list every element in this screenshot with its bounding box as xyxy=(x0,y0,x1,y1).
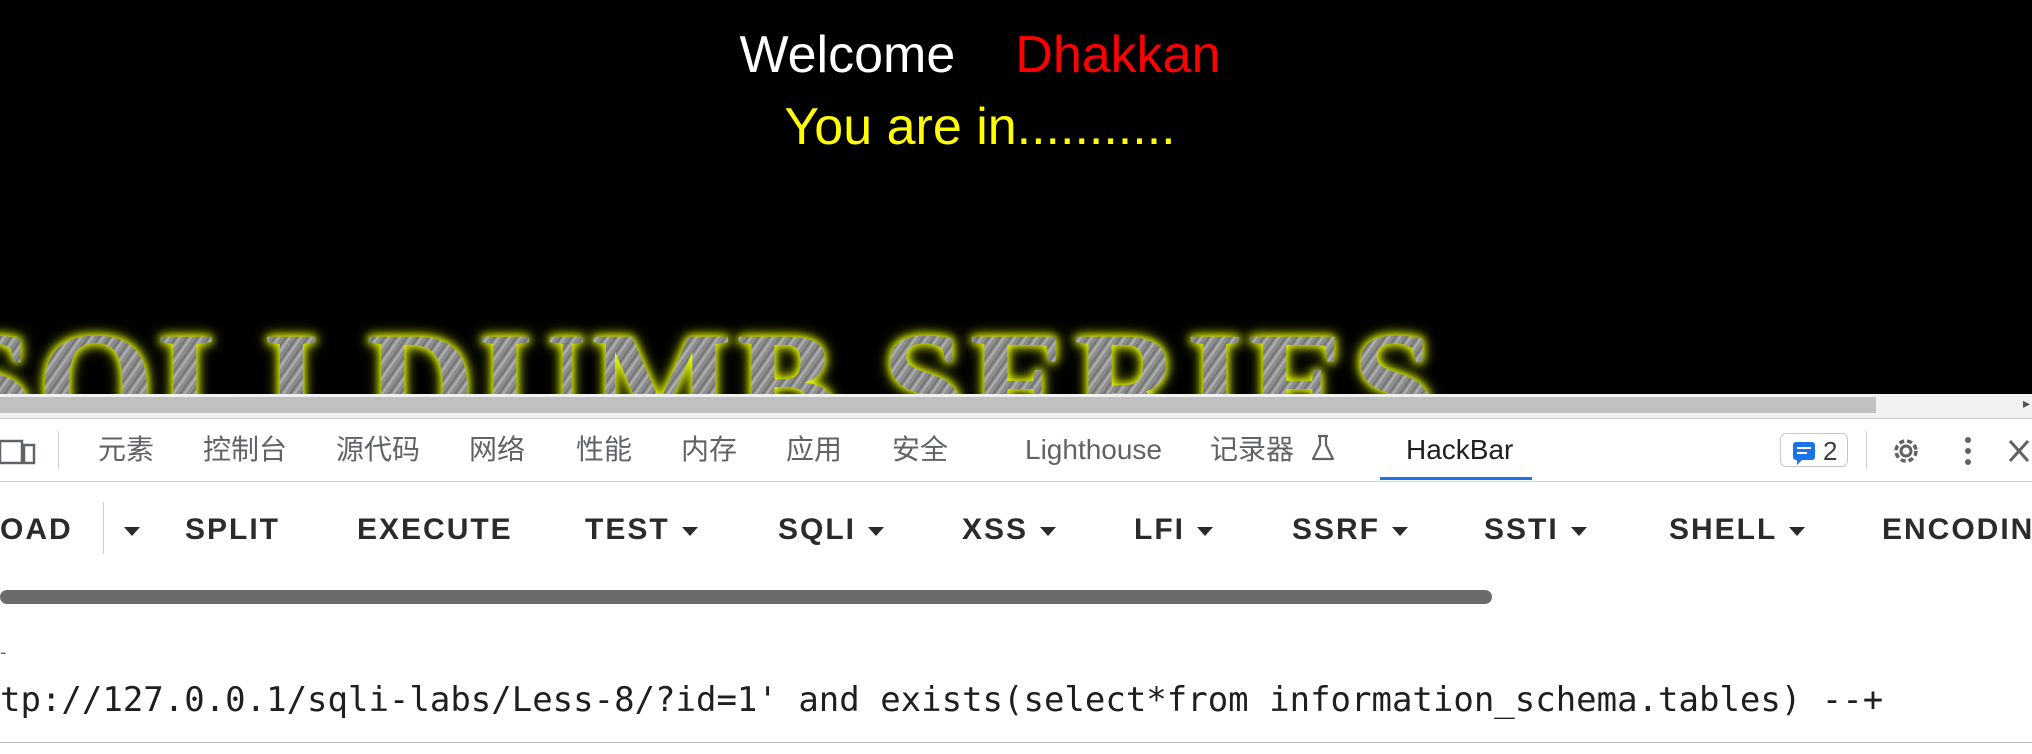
flask-icon xyxy=(1311,434,1334,461)
login-status-text: You are in........... xyxy=(784,98,1176,156)
hackbar-toolbar: OAD SPLIT EXECUTE TEST SQLI XSS LFI SSRF… xyxy=(0,482,2032,590)
welcome-line: Welcome Dhakkan xyxy=(0,18,1960,92)
encoding-menu-button[interactable]: ENCODIN xyxy=(1882,510,2032,550)
sqli-menu-button[interactable]: SQLI xyxy=(778,510,885,550)
page-viewport: Welcome Dhakkan You are in........... SQL… xyxy=(0,0,2032,394)
tab-recorder-label: 记录器 xyxy=(1210,434,1295,465)
tab-hackbar[interactable]: HackBar xyxy=(1406,419,1513,481)
message-icon xyxy=(1793,442,1815,465)
welcome-text: Welcome xyxy=(739,26,956,84)
ssrf-menu-button[interactable]: SSRF xyxy=(1292,510,1409,550)
url-label-fragment: - xyxy=(0,642,7,663)
more-options-icon[interactable] xyxy=(1958,433,1978,469)
lfi-label: LFI xyxy=(1134,513,1185,546)
username-text: Dhakkan xyxy=(1015,26,1221,84)
tab-memory[interactable]: 内存 xyxy=(681,419,737,481)
hackbar-horizontal-scrollbar[interactable] xyxy=(0,590,1492,604)
issues-count: 2 xyxy=(1823,436,1838,466)
caret-down-icon xyxy=(1197,526,1213,536)
xss-menu-button[interactable]: XSS xyxy=(962,510,1057,550)
banner-logo-text: SQLI DUMB SERIES xyxy=(0,310,1439,394)
caret-down-icon xyxy=(1392,526,1409,536)
tab-console[interactable]: 控制台 xyxy=(203,419,287,481)
xss-label: XSS xyxy=(962,513,1029,546)
active-tab-indicator xyxy=(1380,477,1532,480)
ssrf-label: SSRF xyxy=(1292,513,1381,546)
devtools-tab-bar: 元素 控制台 源代码 网络 性能 内存 应用 安全 Lighthouse 记录器… xyxy=(0,418,2032,482)
tab-recorder[interactable]: 记录器 xyxy=(1210,419,1336,481)
tab-lighthouse[interactable]: Lighthouse xyxy=(1025,419,1162,481)
page-scrollbar-thumb[interactable] xyxy=(0,397,1876,413)
lfi-menu-button[interactable]: LFI xyxy=(1134,510,1213,550)
tab-network[interactable]: 网络 xyxy=(469,419,525,481)
load-options-dropdown[interactable] xyxy=(112,510,140,550)
caret-down-icon xyxy=(1789,526,1806,536)
caret-down-icon xyxy=(1040,526,1057,536)
tab-performance[interactable]: 性能 xyxy=(576,419,632,481)
execute-button[interactable]: EXECUTE xyxy=(357,510,513,550)
caret-down-icon xyxy=(681,526,698,536)
toolbar-divider xyxy=(103,502,104,554)
caret-down-icon xyxy=(1570,526,1587,536)
load-url-button[interactable]: OAD xyxy=(0,510,73,550)
sqli-label: SQLI xyxy=(778,513,857,546)
tab-separator xyxy=(58,431,59,469)
tab-separator xyxy=(1866,431,1867,469)
test-menu-button[interactable]: TEST xyxy=(585,510,698,550)
split-button[interactable]: SPLIT xyxy=(185,510,280,550)
url-input-underline xyxy=(0,742,2032,743)
ssti-label: SSTI xyxy=(1484,513,1559,546)
issues-button[interactable]: 2 xyxy=(1780,433,1848,467)
settings-gear-icon[interactable] xyxy=(1888,433,1924,469)
url-field-area: - tp://127.0.0.1/sqli-labs/Less-8/?id=1'… xyxy=(0,620,2032,754)
tab-sources[interactable]: 源代码 xyxy=(336,419,420,481)
shell-label: SHELL xyxy=(1669,513,1778,546)
test-label: TEST xyxy=(585,513,670,546)
url-input[interactable]: tp://127.0.0.1/sqli-labs/Less-8/?id=1' a… xyxy=(0,675,1883,725)
device-toolbar-icon[interactable] xyxy=(0,439,36,465)
tab-security[interactable]: 安全 xyxy=(892,419,948,481)
shell-menu-button[interactable]: SHELL xyxy=(1669,510,1806,550)
tab-elements[interactable]: 元素 xyxy=(98,419,154,481)
caret-down-icon xyxy=(124,526,140,536)
caret-down-icon xyxy=(868,526,885,536)
close-devtools-icon[interactable] xyxy=(2006,437,2032,465)
page-horizontal-scrollbar[interactable]: ▸ xyxy=(0,394,2032,418)
tab-application[interactable]: 应用 xyxy=(786,419,842,481)
scroll-right-arrow-icon[interactable]: ▸ xyxy=(2023,396,2030,412)
banner-image: SQLI DUMB SERIES xyxy=(0,300,2032,394)
ssti-menu-button[interactable]: SSTI xyxy=(1484,510,1587,550)
